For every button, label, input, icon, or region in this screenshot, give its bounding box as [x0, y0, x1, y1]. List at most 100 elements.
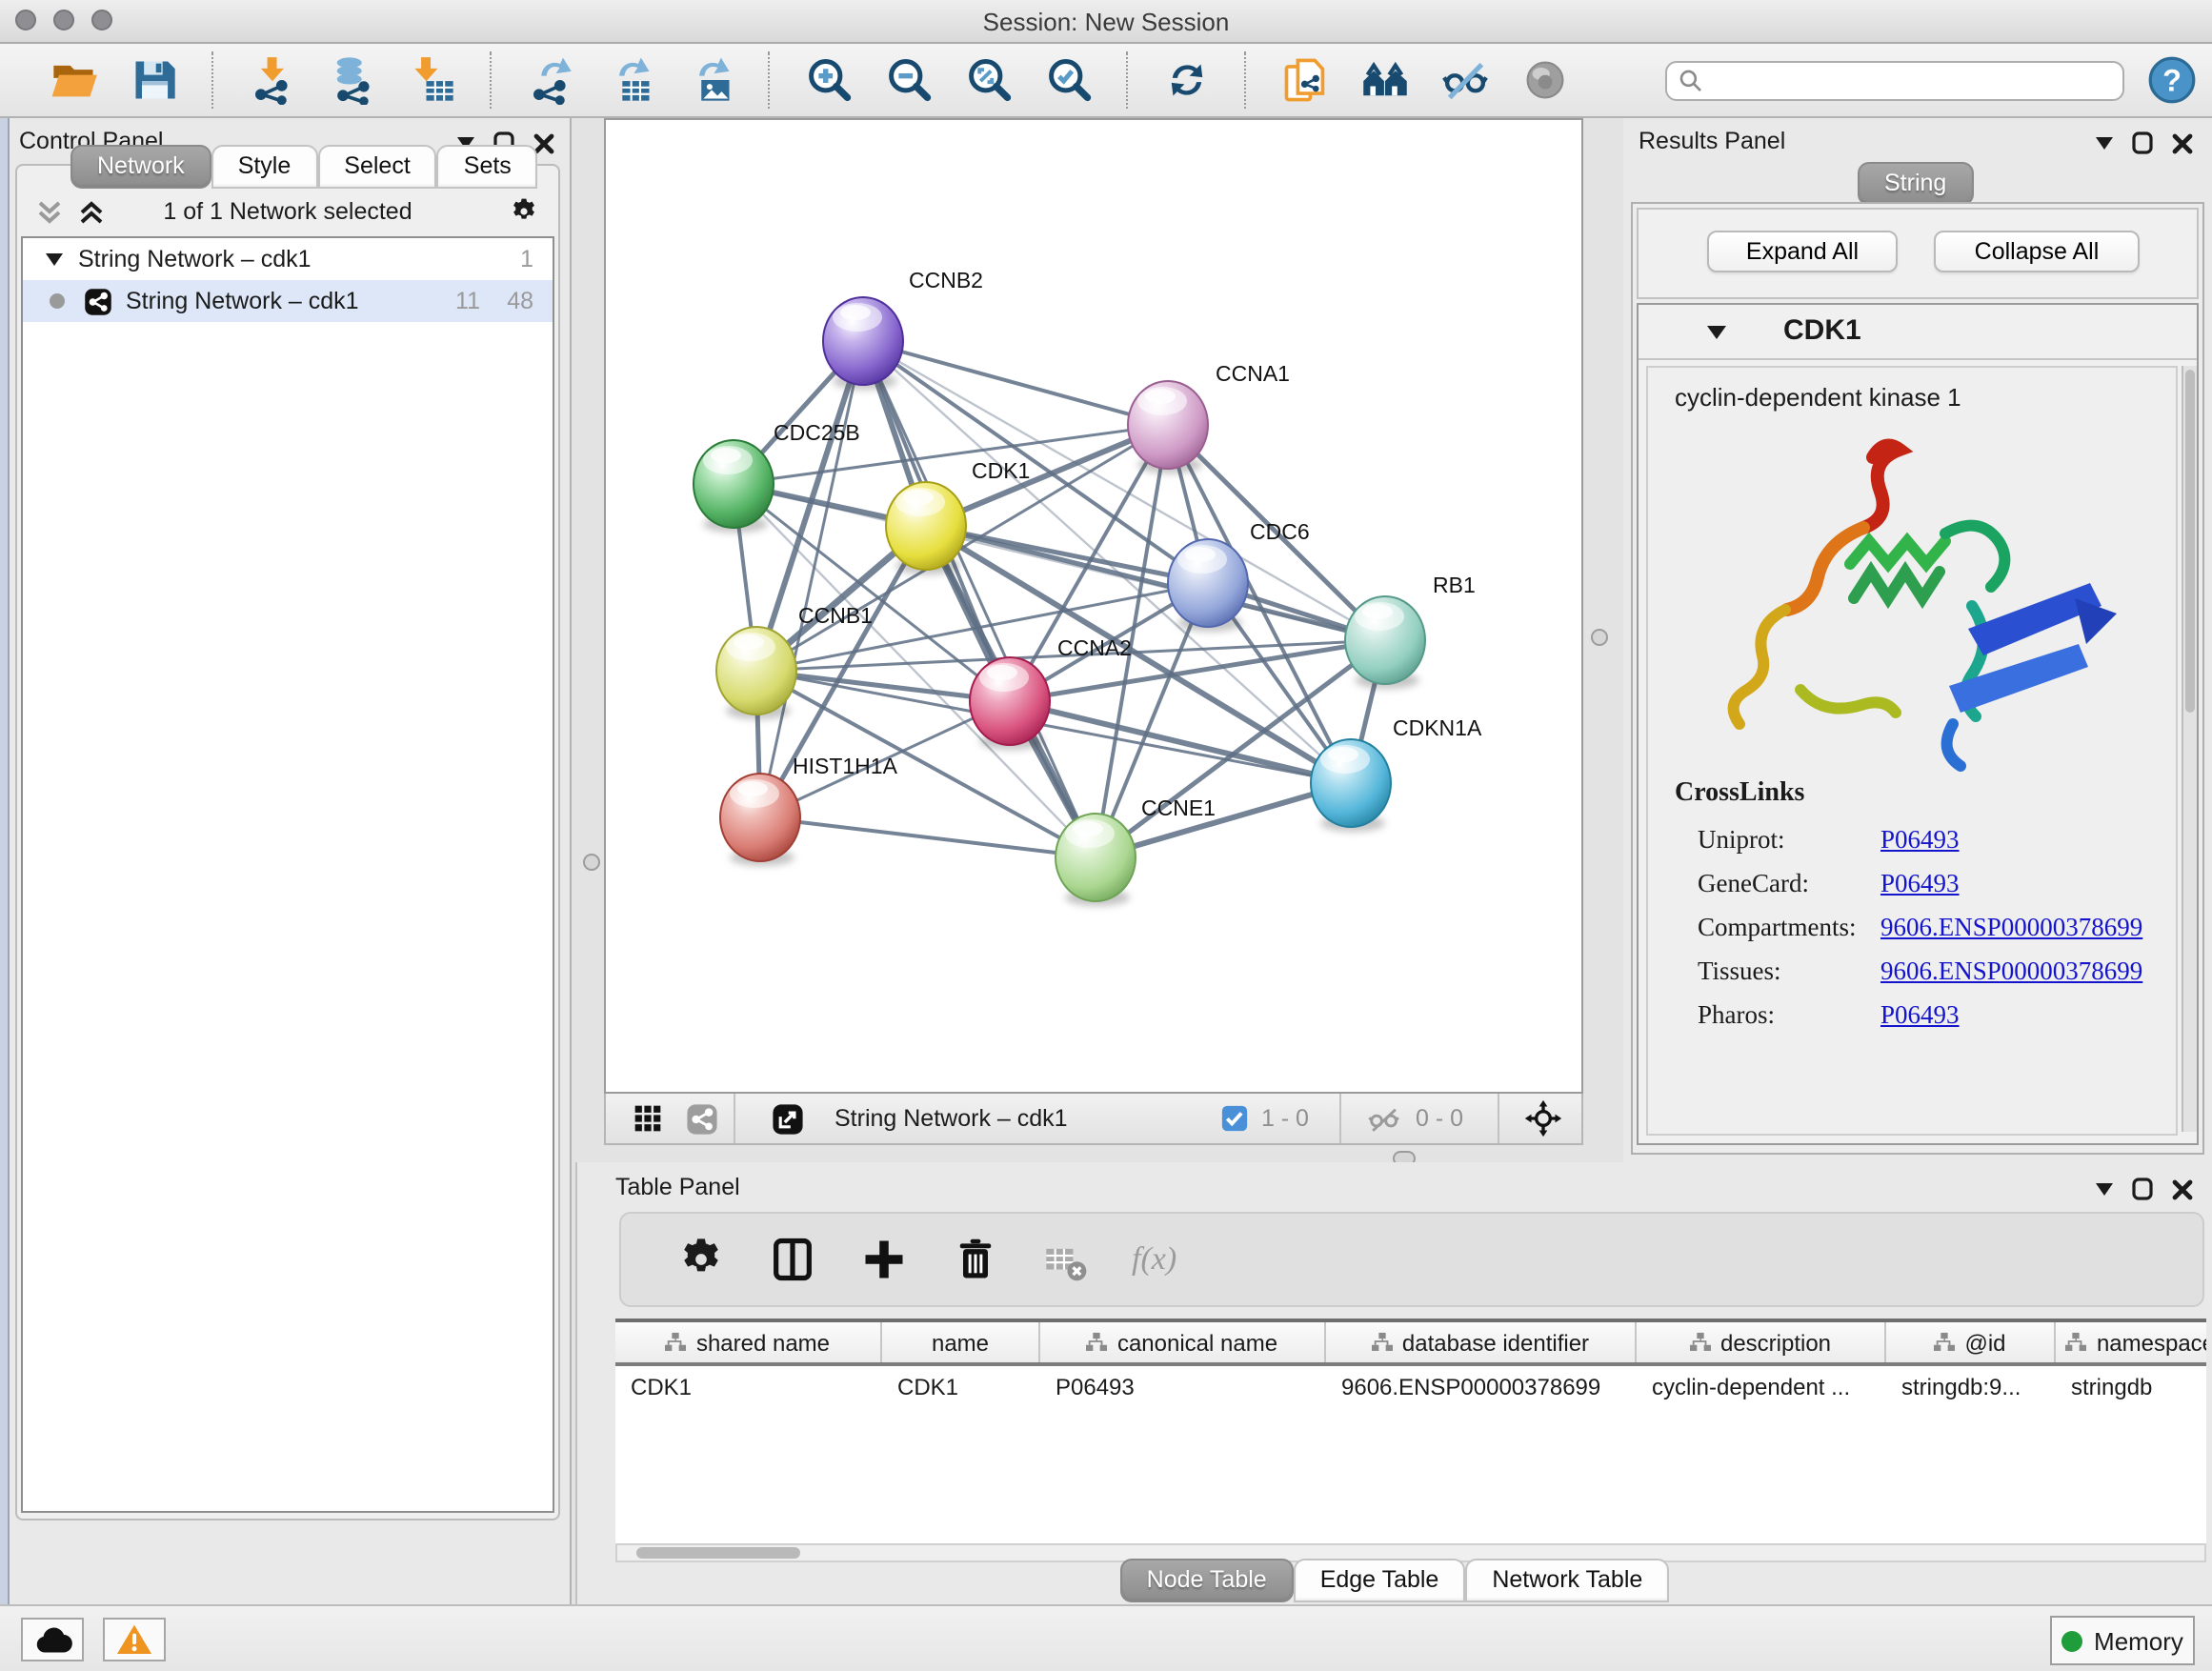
- panel-menu-icon[interactable]: [2096, 136, 2113, 150]
- column-type-icon: [666, 1332, 687, 1353]
- refresh-icon[interactable]: [1162, 55, 1212, 105]
- save-session-icon[interactable]: [130, 55, 179, 105]
- import-network-database-icon[interactable]: [328, 55, 377, 105]
- svg-text:?: ?: [2162, 63, 2182, 97]
- tab-style[interactable]: Style: [211, 145, 318, 189]
- cloud-button[interactable]: [21, 1618, 84, 1661]
- collapse-all-button[interactable]: Collapse All: [1934, 231, 2140, 272]
- control-panel-tabs: NetworkStyleSelectSets: [70, 145, 538, 189]
- results-panel: Results Panel String Expand All Collapse…: [1623, 118, 2212, 1162]
- node-CCNA1[interactable]: [1128, 381, 1208, 473]
- panel-float-icon[interactable]: [2132, 131, 2153, 154]
- memory-button[interactable]: Memory: [2050, 1616, 2195, 1665]
- column-header-@id[interactable]: @id: [1886, 1322, 2056, 1362]
- node-CCNB2[interactable]: [823, 297, 903, 390]
- network-view-mode-icon[interactable]: [686, 1102, 718, 1135]
- crosslink-link[interactable]: P06493: [1880, 824, 1960, 855]
- delete-column-trash-icon[interactable]: [951, 1235, 1000, 1284]
- open-in-window-icon[interactable]: [772, 1102, 804, 1135]
- table-scrollbar-thumb[interactable]: [636, 1547, 800, 1559]
- right-divider-handle[interactable]: [1591, 629, 1608, 646]
- crosslink-link[interactable]: 9606.ENSP00000378699: [1880, 912, 2142, 942]
- copy-document-icon[interactable]: [1280, 55, 1330, 105]
- results-scrollbar-thumb[interactable]: [2185, 370, 2195, 713]
- column-header-canonical-name[interactable]: canonical name: [1040, 1322, 1326, 1362]
- tab-sets[interactable]: Sets: [437, 145, 538, 189]
- crosslink-row: Uniprot:P06493: [1648, 817, 2176, 861]
- node-CDC25B[interactable]: [694, 440, 774, 533]
- column-header-shared-name[interactable]: shared name: [615, 1322, 882, 1362]
- toolbar-separator: [1244, 51, 1248, 109]
- column-header-description[interactable]: description: [1637, 1322, 1886, 1362]
- node-label-CDC6: CDC6: [1250, 519, 1310, 544]
- show-columns-icon[interactable]: [768, 1235, 817, 1284]
- node-label-HIST1H1A: HIST1H1A: [793, 754, 898, 778]
- tab-string[interactable]: String: [1858, 162, 1973, 206]
- table-cell: P06493: [1040, 1366, 1326, 1408]
- panel-float-icon[interactable]: [2132, 1178, 2153, 1200]
- search-input[interactable]: [1703, 65, 2111, 95]
- add-column-icon[interactable]: [859, 1235, 909, 1284]
- left-divider-handle[interactable]: [583, 854, 600, 871]
- node-CCNE1[interactable]: [1056, 814, 1136, 906]
- tab-edge-table[interactable]: Edge Table: [1294, 1559, 1466, 1602]
- collection-expander-icon[interactable]: [46, 252, 63, 266]
- network-options-gear-icon[interactable]: [509, 196, 539, 227]
- preview-eye-icon[interactable]: [1520, 55, 1570, 105]
- control-panel-body: NetworkStyleSelectSets 1 of 1 Network se…: [15, 164, 560, 1520]
- column-header-namespace[interactable]: namespace: [2056, 1322, 2206, 1362]
- node-CCNA2[interactable]: [970, 657, 1050, 750]
- zoom-in-icon[interactable]: [804, 55, 854, 105]
- tab-network[interactable]: Network: [70, 145, 211, 189]
- search-field[interactable]: [1665, 60, 2124, 100]
- panel-close-icon[interactable]: [2172, 1178, 2193, 1199]
- selected-checkbox-icon[interactable]: [1221, 1105, 1248, 1132]
- column-header-database-identifier[interactable]: database identifier: [1326, 1322, 1637, 1362]
- warnings-button[interactable]: [103, 1618, 166, 1661]
- network-canvas[interactable]: CCNB2CCNA1CDC25BCDK1CDC6RB1CCNB1CCNA2CDK…: [604, 118, 1583, 1094]
- grid-view-icon[interactable]: [633, 1103, 663, 1134]
- export-image-icon[interactable]: [686, 55, 735, 105]
- column-header-name[interactable]: name: [882, 1322, 1040, 1362]
- tab-network-table[interactable]: Network Table: [1465, 1559, 1669, 1602]
- open-session-icon[interactable]: [50, 55, 99, 105]
- tab-select[interactable]: Select: [317, 145, 437, 189]
- zoom-out-icon[interactable]: [884, 55, 934, 105]
- crosslink-link[interactable]: P06493: [1880, 868, 1960, 898]
- string-home-icon[interactable]: [1360, 55, 1410, 105]
- crosslink-row: GeneCard:P06493: [1648, 861, 2176, 905]
- entry-expander-icon[interactable]: [1707, 326, 1726, 341]
- results-scrollbar[interactable]: [2182, 366, 2197, 1132]
- column-type-icon: [1087, 1332, 1108, 1353]
- zoom-selected-icon[interactable]: [1044, 55, 1094, 105]
- panel-menu-icon[interactable]: [2096, 1182, 2113, 1196]
- gene-entry-header[interactable]: CDK1: [1639, 305, 2197, 360]
- crosslink-link[interactable]: P06493: [1880, 999, 1960, 1030]
- network-row[interactable]: String Network – cdk1 11 48: [23, 280, 553, 322]
- import-network-file-icon[interactable]: [248, 55, 297, 105]
- node-HIST1H1A[interactable]: [720, 774, 800, 866]
- help-icon[interactable]: ?: [2147, 55, 2197, 105]
- network-collection-row[interactable]: String Network – cdk1 1: [23, 238, 553, 280]
- import-table-file-icon[interactable]: [408, 55, 457, 105]
- table-options-gear-icon[interactable]: [676, 1235, 726, 1284]
- collection-count: 1: [520, 246, 533, 272]
- tab-node-table[interactable]: Node Table: [1120, 1559, 1294, 1602]
- memory-label: Memory: [2094, 1626, 2183, 1655]
- expand-all-button[interactable]: Expand All: [1707, 231, 1898, 272]
- panel-close-icon[interactable]: [2172, 132, 2193, 153]
- node-CDC6[interactable]: [1168, 539, 1248, 632]
- table-row[interactable]: CDK1CDK1P064939606.ENSP00000378699cyclin…: [615, 1366, 2206, 1408]
- zoom-fit-icon[interactable]: [964, 55, 1014, 105]
- crosslink-link[interactable]: 9606.ENSP00000378699: [1880, 956, 2142, 986]
- export-network-icon[interactable]: [526, 55, 575, 105]
- selected-counts: 1 - 0: [1261, 1105, 1309, 1132]
- node-CDKN1A[interactable]: [1311, 739, 1391, 832]
- hide-unhide-glasses-icon[interactable]: [1440, 55, 1490, 105]
- node-RB1[interactable]: [1345, 596, 1425, 689]
- network-node-count: 11: [455, 288, 480, 314]
- hidden-items-icon: [1366, 1104, 1402, 1133]
- toolbar-separator: [1339, 1094, 1343, 1143]
- birds-eye-crosshair-icon[interactable]: [1524, 1099, 1562, 1137]
- export-table-icon[interactable]: [606, 55, 655, 105]
